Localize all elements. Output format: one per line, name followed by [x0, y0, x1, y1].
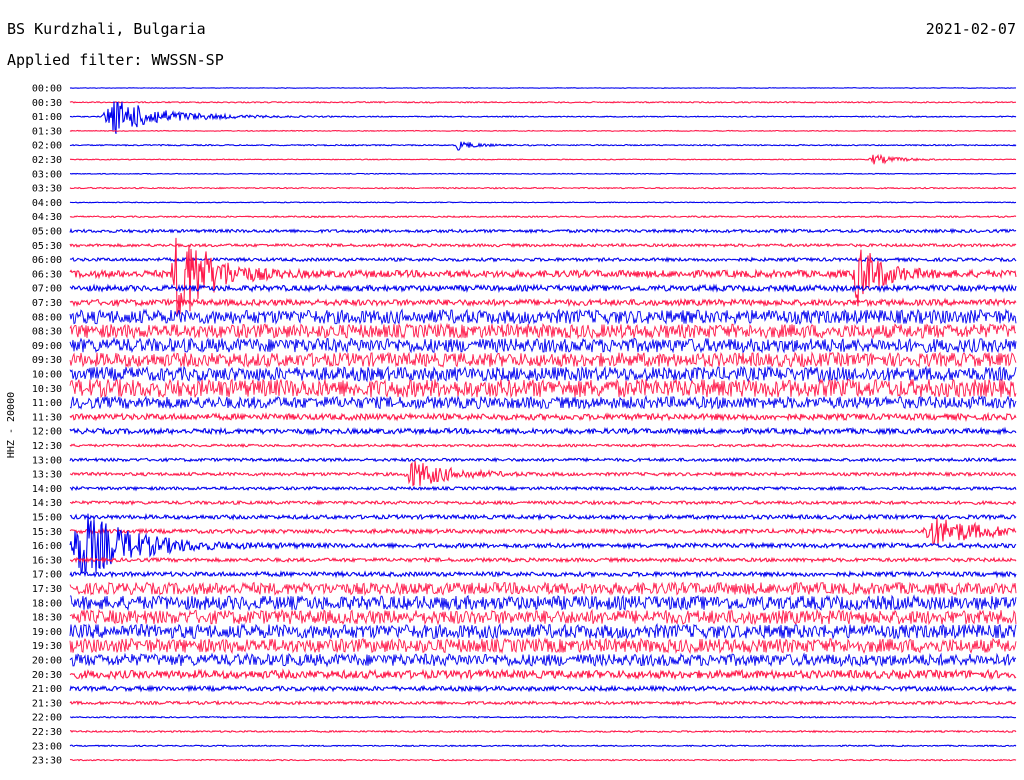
trace-row: [69, 608, 1017, 626]
row-tick-label: 03:00: [32, 169, 62, 180]
trace-row: [69, 460, 1017, 487]
row-tick-label: 01:30: [32, 126, 62, 137]
row-tick-label: 02:30: [32, 155, 62, 166]
trace-row: [69, 570, 1017, 579]
trace-row: [69, 336, 1017, 354]
row-tick-label: 19:30: [32, 641, 62, 652]
trace-row: [69, 351, 1017, 369]
row-tick-label: 18:00: [32, 598, 62, 609]
trace-row: [69, 443, 1017, 449]
trace-row: [69, 715, 1017, 719]
trace-row: [69, 512, 1017, 522]
row-tick-label: 13:30: [32, 470, 62, 481]
trace-row: [69, 594, 1017, 612]
row-tick-label: 15:00: [32, 513, 62, 524]
trace-row: [69, 513, 1017, 574]
row-tick-label: 14:30: [32, 498, 62, 509]
row-tick-label: 10:30: [32, 384, 62, 395]
row-tick-label: 19:00: [32, 627, 62, 638]
trace-row: [69, 426, 1017, 436]
row-tick-label: 12:30: [32, 441, 62, 452]
trace-row: [69, 322, 1017, 340]
row-tick-label: 22:00: [32, 713, 62, 724]
row-tick-label: 09:30: [32, 355, 62, 366]
row-tick-label: 06:30: [32, 269, 62, 280]
trace-row: [69, 101, 1017, 134]
row-tick-label: 00:00: [32, 84, 62, 95]
row-tick-label: 17:30: [32, 584, 62, 595]
trace-row: [69, 378, 1017, 399]
row-tick-label: 12:00: [32, 427, 62, 438]
row-tick-label: 20:30: [32, 670, 62, 681]
row-tick-label: 04:30: [32, 212, 62, 223]
row-tick-label: 01:00: [32, 112, 62, 123]
row-tick-label: 13:00: [32, 455, 62, 466]
trace-row: [70, 172, 1017, 175]
trace-row: [69, 556, 1017, 564]
trace-row: [69, 283, 1017, 294]
row-tick-label: 04:00: [32, 198, 62, 209]
row-tick-label: 22:30: [32, 727, 62, 738]
trace-row: [69, 365, 1017, 383]
row-tick-label: 17:00: [32, 570, 62, 581]
row-tick-label: 16:00: [32, 541, 62, 552]
row-tick-label: 05:00: [32, 227, 62, 238]
trace-row: [69, 637, 1017, 655]
trace-row: [69, 729, 1017, 734]
y-axis-label: HHZ - 20000: [6, 392, 17, 458]
trace-row: [69, 652, 1017, 668]
trace-row: [69, 456, 1017, 463]
trace-row: [69, 699, 1017, 706]
trace-row: [69, 87, 1017, 89]
helicorder-plot: 00:00 00:30 01:00 01:30 02:00 02:30 03:00 03:30…: [6, 84, 1017, 767]
trace-row: [69, 581, 1017, 597]
trace-row: [69, 297, 1017, 308]
trace-row: [69, 141, 1017, 151]
trace-row: [69, 242, 1017, 249]
trace-row: [69, 394, 1017, 410]
row-tick-label: 10:00: [32, 370, 62, 381]
row-tick-label: 05:30: [32, 241, 62, 252]
trace-row: [69, 684, 1017, 693]
row-tick-label: 14:00: [32, 484, 62, 495]
trace-row: [69, 186, 1017, 190]
row-tick-label: 09:00: [32, 341, 62, 352]
row-tick-label: 07:30: [32, 298, 62, 309]
row-tick-label: 08:30: [32, 327, 62, 338]
trace-row: [69, 758, 1017, 762]
row-tick-label: 18:30: [32, 613, 62, 624]
row-tick-label: 00:30: [32, 98, 62, 109]
row-tick-label: 07:00: [32, 284, 62, 295]
trace-row: [69, 485, 1017, 492]
row-tick-label: 06:00: [32, 255, 62, 266]
tick-label-layer: 00:00 00:30 01:00 01:30 02:00 02:30 03:00 03:30…: [32, 84, 62, 767]
row-tick-label: 11:30: [32, 412, 62, 423]
trace-row: [69, 153, 1017, 165]
row-tick-label: 21:30: [32, 698, 62, 709]
trace-row: [69, 100, 1017, 104]
row-tick-label: 03:30: [32, 184, 62, 195]
row-tick-label: 21:00: [32, 684, 62, 695]
trace-row: [69, 308, 1017, 326]
trace-row: [69, 518, 1017, 546]
trace-row: [69, 227, 1017, 235]
trace-row: [69, 623, 1017, 640]
row-tick-label: 15:30: [32, 527, 62, 538]
trace-row: [69, 744, 1017, 748]
row-tick-label: 16:30: [32, 555, 62, 566]
trace-row: [69, 129, 1017, 132]
row-tick-label: 11:00: [32, 398, 62, 409]
trace-row: [69, 201, 1017, 204]
trace-row: [69, 668, 1017, 681]
trace-layer: [69, 87, 1017, 762]
row-tick-label: 20:00: [32, 656, 62, 667]
trace-row: [69, 499, 1017, 506]
trace-row: [69, 215, 1017, 219]
row-tick-label: 23:00: [32, 741, 62, 752]
trace-row: [69, 256, 1017, 263]
trace-row: [69, 411, 1017, 422]
row-tick-label: 23:30: [32, 756, 62, 767]
row-tick-label: 08:00: [32, 312, 62, 323]
row-tick-label: 02:00: [32, 141, 62, 152]
